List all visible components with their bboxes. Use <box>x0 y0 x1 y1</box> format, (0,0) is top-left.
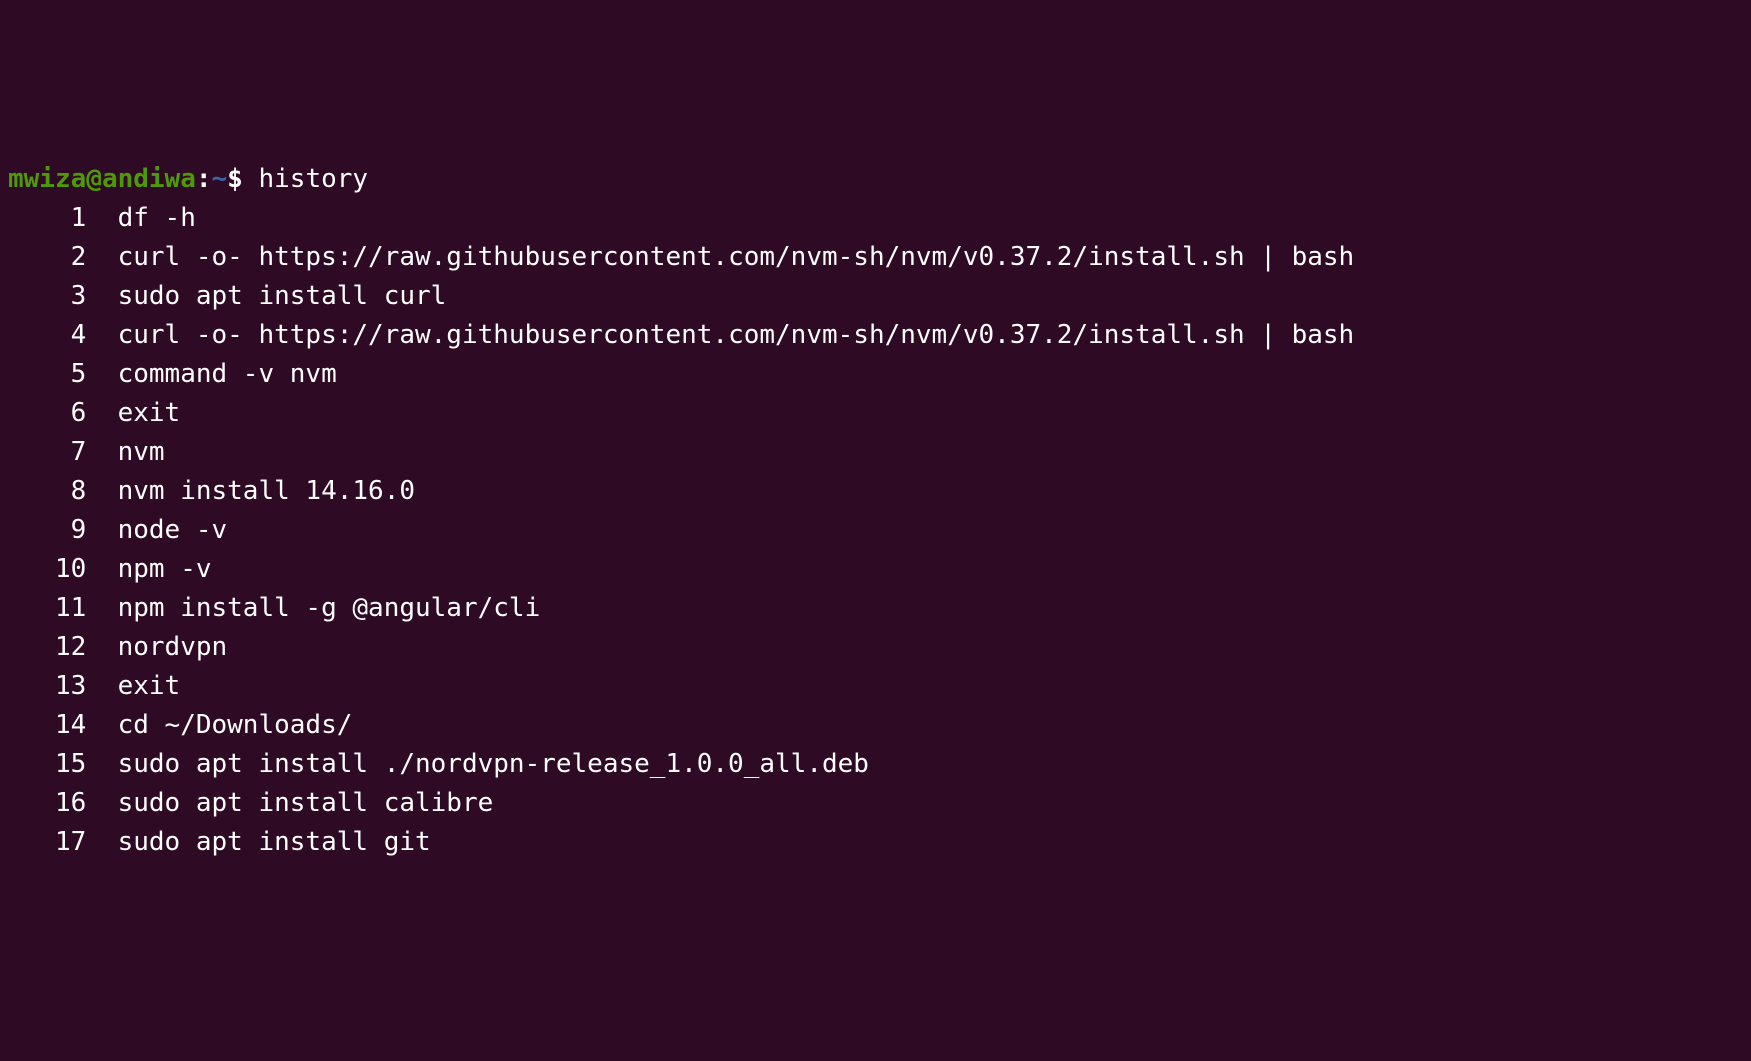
typed-command: history <box>258 164 368 194</box>
prompt-host: andiwa <box>102 164 196 194</box>
prompt-dollar: $ <box>227 164 243 194</box>
prompt-at: @ <box>86 164 102 194</box>
history-output: 1 df -h 2 curl -o- https://raw.githubuse… <box>8 199 1743 862</box>
prompt-user: mwiza <box>8 164 86 194</box>
prompt-path: ~ <box>212 164 228 194</box>
prompt-colon: : <box>196 164 212 194</box>
terminal-output[interactable]: mwiza@andiwa:~$ history 1 df -h 2 curl -… <box>8 160 1743 862</box>
